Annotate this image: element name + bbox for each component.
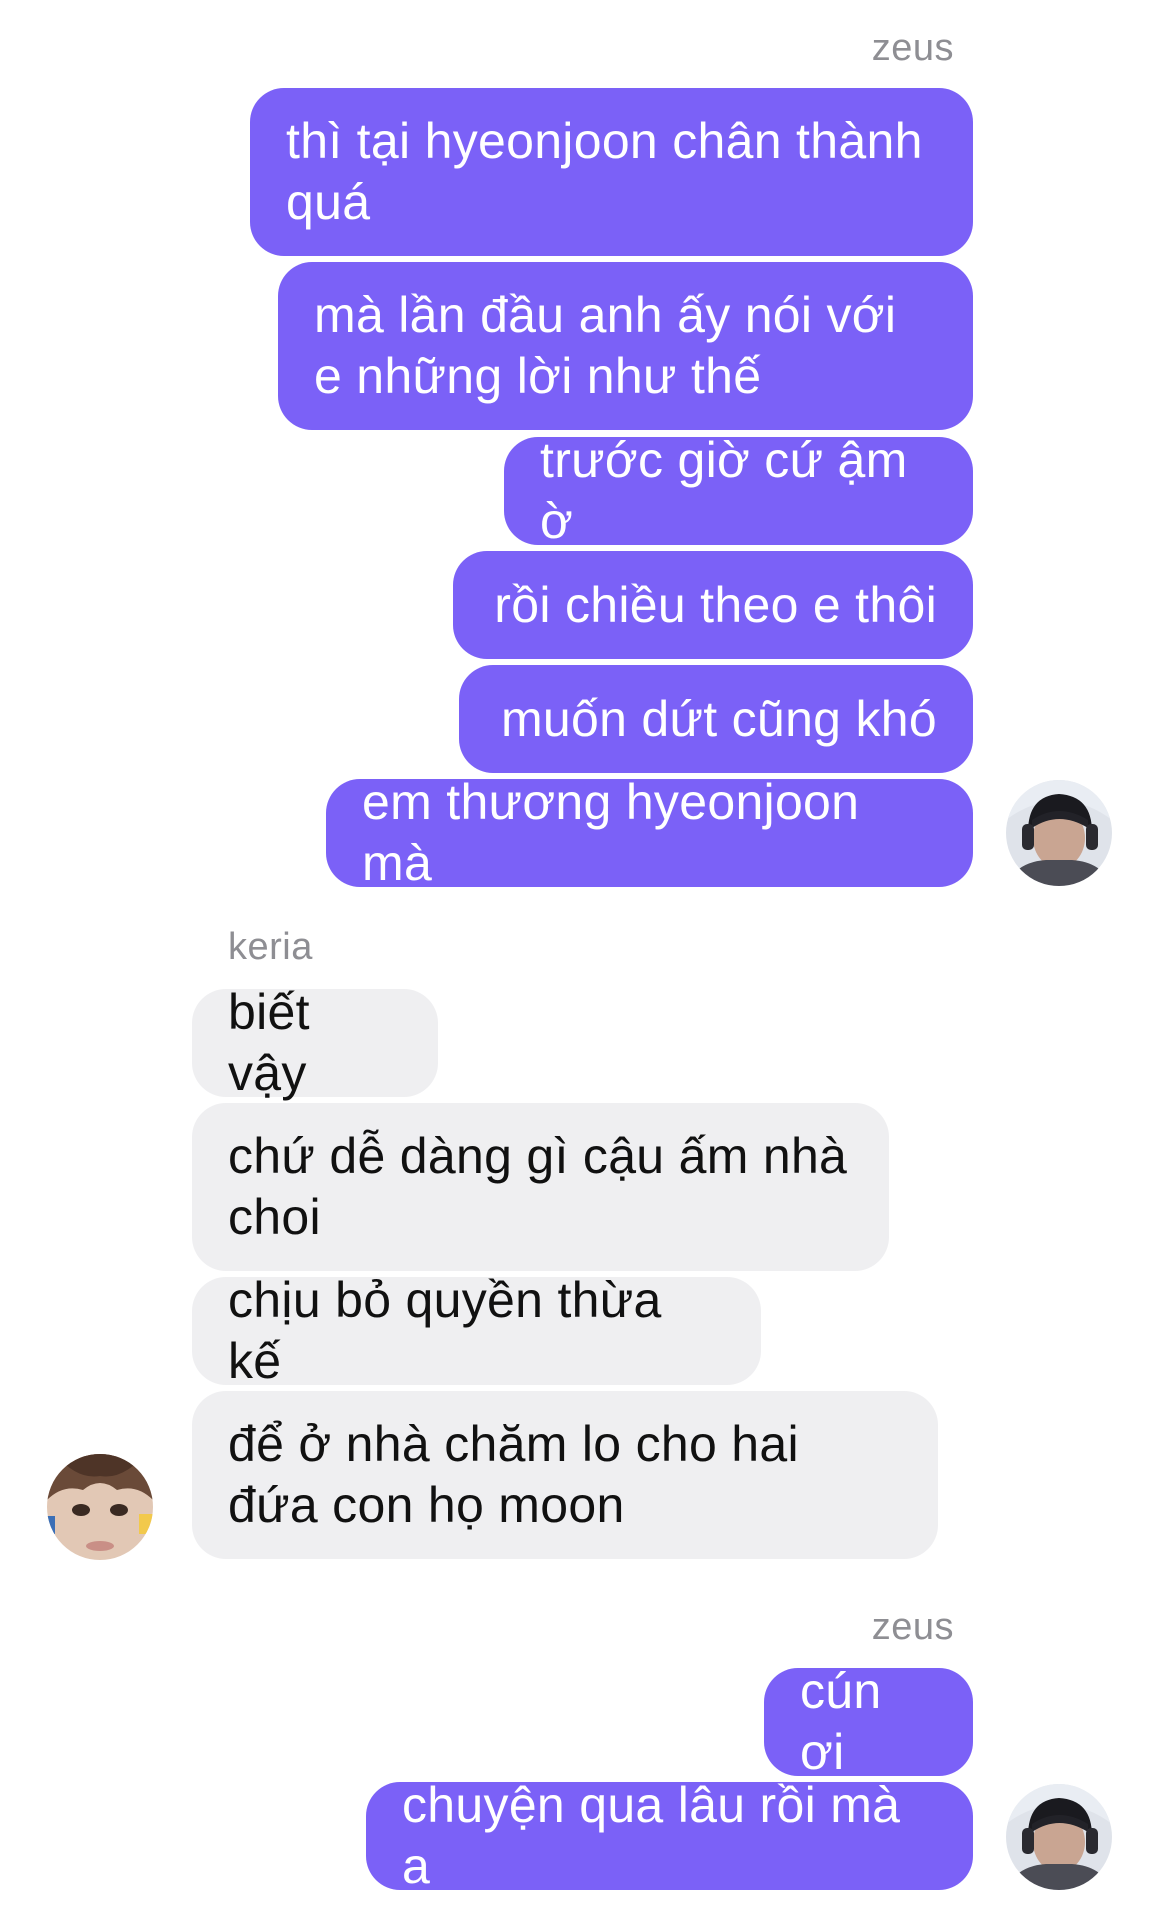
message-text: rồi chiều theo e thôi — [494, 576, 937, 633]
sender-name-zeus: zeus — [871, 27, 954, 69]
message-bubble-incoming[interactable]: biết vậy — [192, 984, 438, 1101]
user-avatar-zeus[interactable] — [1006, 1784, 1112, 1890]
avatar-photo-zeus — [1006, 1784, 1112, 1890]
message-bubble-outgoing[interactable]: em thương hyeonjoon mà — [326, 774, 973, 891]
message-bubble-outgoing[interactable]: thì tại hyeonjoon chân thành quá — [250, 88, 973, 256]
sender-name-keria: keria — [228, 926, 313, 968]
message-text: chứ dễ dàng gì cậu ấm nhà choi — [228, 1128, 848, 1245]
message-bubble-incoming[interactable]: chịu bỏ quyền thừa kế — [192, 1272, 761, 1389]
user-avatar-keria[interactable] — [47, 1454, 153, 1560]
message-text: biết vậy — [228, 984, 310, 1101]
message-bubble-outgoing[interactable]: rồi chiều theo e thôi — [453, 551, 973, 659]
message-bubble-outgoing[interactable]: muốn dứt cũng khó — [459, 665, 973, 773]
message-bubble-outgoing[interactable]: mà lần đầu anh ấy nói với e những lời nh… — [278, 262, 973, 430]
message-bubble-outgoing[interactable]: chuyện qua lâu rồi mà a — [366, 1777, 973, 1894]
message-text: cún ơi — [800, 1663, 882, 1780]
message-text: thì tại hyeonjoon chân thành quá — [286, 113, 923, 230]
message-text: chuyện qua lâu rồi mà a — [402, 1777, 901, 1894]
message-bubble-outgoing[interactable]: trước giờ cứ ậm ờ — [504, 432, 973, 549]
message-bubble-outgoing[interactable]: cún ơi — [764, 1663, 973, 1780]
message-text: chịu bỏ quyền thừa kế — [228, 1272, 662, 1389]
message-bubble-incoming[interactable]: chứ dễ dàng gì cậu ấm nhà choi — [192, 1103, 889, 1271]
message-bubble-incoming[interactable]: để ở nhà chăm lo cho hai đứa con họ moon — [192, 1391, 938, 1559]
message-text: để ở nhà chăm lo cho hai đứa con họ moon — [228, 1416, 799, 1533]
user-avatar-zeus[interactable] — [1006, 780, 1112, 886]
sender-name-zeus: zeus — [871, 1606, 954, 1648]
avatar-photo-keria — [47, 1454, 153, 1560]
message-text: muốn dứt cũng khó — [500, 690, 937, 747]
message-text: em thương hyeonjoon mà — [362, 774, 860, 891]
message-text: trước giờ cứ ậm ờ — [540, 432, 908, 549]
avatar-photo-zeus — [1006, 780, 1112, 886]
message-text: mà lần đầu anh ấy nói với e những lời nh… — [314, 287, 897, 404]
